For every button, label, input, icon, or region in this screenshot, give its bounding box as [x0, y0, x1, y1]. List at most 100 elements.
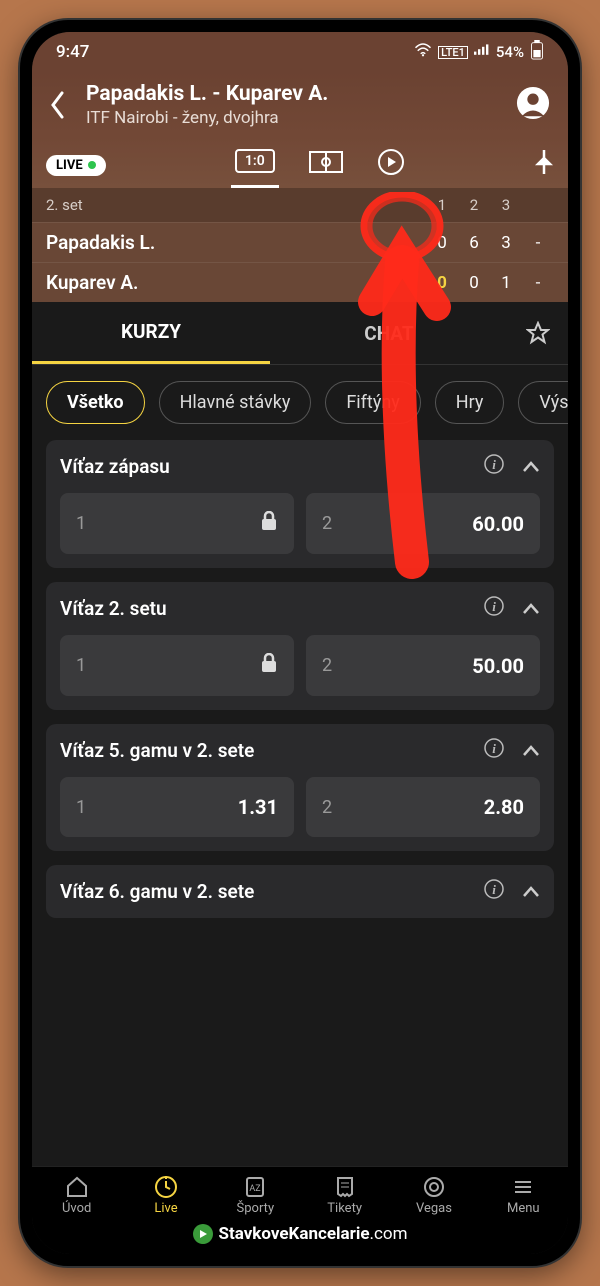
wifi-icon — [414, 43, 432, 61]
tab-court[interactable] — [305, 145, 347, 185]
svg-text:i: i — [492, 882, 496, 897]
brand-text: StavkoveKancelarie — [219, 1224, 370, 1244]
info-icon[interactable]: i — [484, 596, 504, 621]
live-text: LIVE — [56, 158, 83, 173]
odd-label: 1 — [76, 513, 86, 534]
svg-text:i: i — [492, 741, 496, 756]
collapse-icon[interactable] — [522, 597, 540, 620]
nav-sports[interactable]: AZ Športy — [211, 1175, 300, 1216]
market-title: Víťaz 5. gamu v 2. sete — [60, 739, 254, 762]
phone-frame: 9:47 LTE1 54% Papadakis L. - — [20, 20, 580, 1266]
svg-text:i: i — [492, 457, 496, 472]
filter-fifty[interactable]: Fiftýny — [325, 381, 420, 424]
p1-s2: 3 — [490, 233, 522, 253]
collapse-icon[interactable] — [522, 880, 540, 903]
odd-button[interactable]: 1 — [60, 635, 294, 696]
pin-button[interactable] — [534, 150, 554, 180]
col-1: 1 — [426, 196, 458, 214]
info-icon[interactable]: i — [484, 738, 504, 763]
scoreboard-row-1: Papadakis L. 0 6 3 - — [32, 222, 568, 262]
player2-name: Kuparev A. — [46, 271, 426, 294]
screen: 9:47 LTE1 54% Papadakis L. - — [32, 32, 568, 1254]
view-tabs: LIVE 1:0 — [32, 136, 568, 188]
filter-all[interactable]: Všetko — [46, 381, 145, 424]
signal-icon — [474, 43, 490, 61]
filter-main[interactable]: Hlavné stávky — [159, 381, 312, 424]
odd-label: 2 — [322, 655, 332, 676]
scoreboard-header: 2. set 1 2 3 — [32, 188, 568, 222]
tab-odds[interactable]: KURZY — [32, 302, 270, 364]
tab-video[interactable] — [373, 142, 409, 188]
svg-text:AZ: AZ — [250, 1184, 262, 1194]
bottom-nav: Úvod Live AZ Športy Tikety Vegas Menu — [32, 1166, 568, 1218]
market-card: Víťaz 5. gamu v 2. sete i 1 1.31 2 2.80 — [46, 724, 554, 851]
collapse-icon[interactable] — [522, 455, 540, 478]
market-card: Víťaz zápasu i 1 2 60.00 — [46, 440, 554, 568]
filter-results[interactable]: Výs — [518, 381, 568, 424]
p2-pt: 0 — [426, 273, 458, 293]
nav-label: Live — [154, 1201, 177, 1216]
odd-value: 1.31 — [238, 795, 278, 819]
brand-tld: .com — [370, 1224, 408, 1244]
lock-icon — [260, 653, 278, 678]
odd-label: 1 — [76, 655, 86, 676]
odd-label: 2 — [322, 513, 332, 534]
nav-live[interactable]: Live — [121, 1175, 210, 1216]
nav-vegas[interactable]: Vegas — [389, 1175, 478, 1216]
filter-row[interactable]: Všetko Hlavné stávky Fiftýny Hry Výs — [32, 365, 568, 440]
nav-menu[interactable]: Menu — [479, 1175, 568, 1216]
nav-label: Tikety — [327, 1201, 362, 1216]
status-bar: 9:47 LTE1 54% — [32, 32, 568, 72]
market-title: Víťaz 6. gamu v 2. sete — [60, 880, 254, 903]
back-button[interactable] — [50, 88, 70, 122]
p2-s3: - — [522, 273, 554, 293]
tab-score[interactable]: 1:0 — [231, 143, 279, 188]
play-icon — [193, 1224, 213, 1244]
battery-text: 54% — [496, 43, 524, 61]
footer-brand: StavkoveKancelarie.com — [32, 1218, 568, 1254]
odd-button[interactable]: 1 — [60, 493, 294, 554]
status-right: LTE1 54% — [414, 40, 544, 64]
live-dot-icon — [88, 161, 96, 169]
info-icon[interactable]: i — [484, 879, 504, 904]
p1-s1: 6 — [458, 233, 490, 253]
nav-label: Úvod — [62, 1201, 91, 1216]
scoreboard: 2. set 1 2 3 Papadakis L. 0 6 3 - Kupare… — [32, 188, 568, 302]
nav-tickets[interactable]: Tikety — [300, 1175, 389, 1216]
odd-button[interactable]: 2 50.00 — [306, 635, 540, 696]
profile-button[interactable] — [516, 86, 550, 124]
market-title: Víťaz 2. setu — [60, 597, 167, 620]
live-badge: LIVE — [46, 155, 106, 176]
p2-s2: 1 — [490, 273, 522, 293]
p1-s3: - — [522, 233, 554, 253]
battery-icon — [530, 40, 544, 64]
favorite-button[interactable] — [508, 321, 568, 345]
market-card: Víťaz 2. setu i 1 2 50.00 — [46, 582, 554, 710]
status-time: 9:47 — [56, 42, 89, 62]
match-title: Papadakis L. - Kuparev A. — [86, 82, 500, 106]
col-3: 3 — [490, 196, 522, 214]
market-title: Víťaz zápasu — [60, 455, 170, 478]
header-titles: Papadakis L. - Kuparev A. ITF Nairobi - … — [86, 82, 500, 128]
odd-value: 60.00 — [472, 512, 524, 536]
info-icon[interactable]: i — [484, 454, 504, 479]
score-tab-label: 1:0 — [235, 149, 275, 173]
col-2: 2 — [458, 196, 490, 214]
tab-chat[interactable]: CHAT — [270, 304, 508, 363]
odd-button[interactable]: 1 1.31 — [60, 777, 294, 837]
scoreboard-row-2: Kuparev A. 0 0 1 - — [32, 262, 568, 302]
nav-home[interactable]: Úvod — [32, 1175, 121, 1216]
odd-label: 2 — [322, 797, 332, 818]
collapse-icon[interactable] — [522, 739, 540, 762]
set-label: 2. set — [46, 196, 426, 214]
odd-button[interactable]: 2 2.80 — [306, 777, 540, 837]
filter-games[interactable]: Hry — [435, 381, 505, 424]
p1-pt: 0 — [426, 233, 458, 253]
app-header: Papadakis L. - Kuparev A. ITF Nairobi - … — [32, 72, 568, 136]
nav-label: Menu — [507, 1201, 540, 1216]
markets-list[interactable]: Víťaz zápasu i 1 2 60.00 — [32, 440, 568, 1166]
odd-button[interactable]: 2 60.00 — [306, 493, 540, 554]
svg-text:i: i — [492, 599, 496, 614]
lock-icon — [260, 511, 278, 536]
market-card: Víťaz 6. gamu v 2. sete i — [46, 865, 554, 918]
